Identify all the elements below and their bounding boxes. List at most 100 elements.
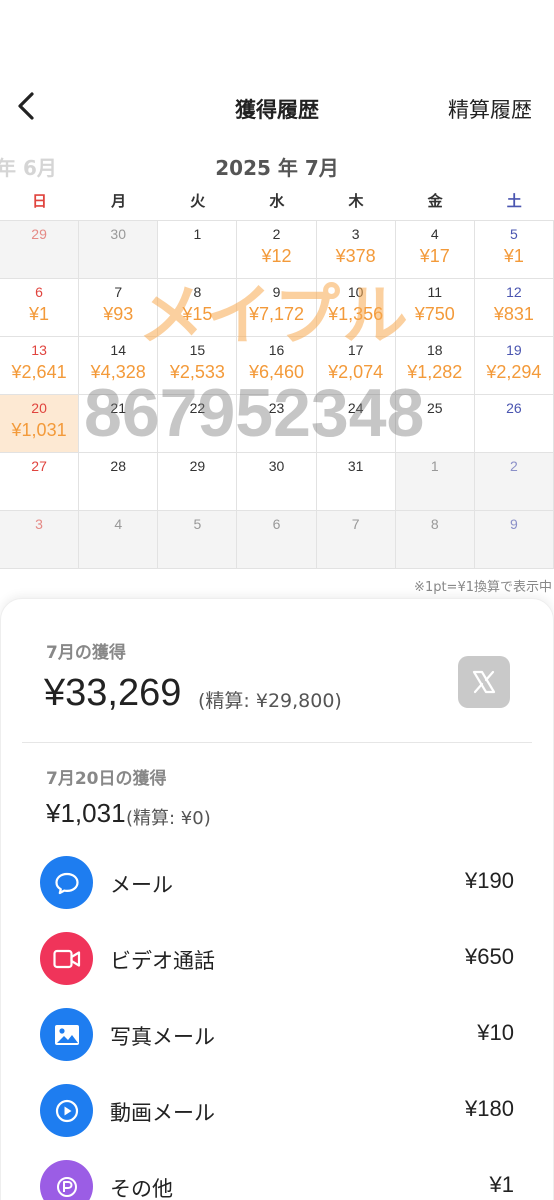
calendar-day-amount: ¥2,074 xyxy=(328,362,384,382)
calendar-day-number: 29 xyxy=(31,226,47,242)
calendar-day-number: 2 xyxy=(272,226,281,242)
calendar-day-cell[interactable]: 19 ¥2,294 xyxy=(474,337,554,395)
calendar-day-number: 28 xyxy=(110,458,126,474)
breakdown-label: 写真メール xyxy=(110,1025,215,1049)
calendar-day-cell[interactable]: 6 xyxy=(237,511,317,569)
breakdown-row-video-call[interactable]: ビデオ通話 ¥650 xyxy=(0,928,554,988)
calendar-day-cell[interactable]: 30 xyxy=(79,221,159,279)
calendar-day-cell[interactable]: 4 xyxy=(79,511,159,569)
calendar-day-cell[interactable]: 14 ¥4,328 xyxy=(79,337,159,395)
calendar-day-number: 3 xyxy=(35,516,43,532)
calendar-day-cell[interactable]: 7 ¥93 xyxy=(79,279,159,337)
calendar-day-cell[interactable]: 1 xyxy=(395,453,475,511)
calendar-day-number: 14 xyxy=(110,342,126,358)
calendar-day-cell[interactable]: 30 xyxy=(237,453,317,511)
calendar-day-amount: ¥2,533 xyxy=(169,362,225,382)
image-icon xyxy=(40,1008,93,1061)
calendar-day-cell[interactable]: 10 ¥1,356 xyxy=(316,279,396,337)
calendar-day-cell[interactable]: 27 xyxy=(0,453,80,511)
calendar-day-cell[interactable]: 25 xyxy=(395,395,475,453)
weekday-tue: 火 xyxy=(190,192,206,210)
calendar-day-number: 23 xyxy=(268,400,285,416)
app-header: 獲得履歴 精算履歴 xyxy=(0,0,554,140)
month-bar: 年 6月 2025 年 7月 xyxy=(0,150,554,182)
calendar-day-cell[interactable]: 20 ¥1,031 xyxy=(0,395,80,453)
calendar-day-number: 30 xyxy=(268,458,285,474)
calendar-day-amount: ¥4,328 xyxy=(90,362,146,382)
calendar-day-number: 7 xyxy=(351,516,360,532)
calendar-day-amount: ¥15 xyxy=(182,304,213,324)
calendar-day-cell[interactable]: 16 ¥6,460 xyxy=(237,337,317,395)
calendar-day-cell[interactable]: 18 ¥1,282 xyxy=(395,337,475,395)
calendar-day-amount: ¥1 xyxy=(503,246,524,266)
calendar-day-cell[interactable]: 8 xyxy=(395,511,475,569)
calendar-day-number: 25 xyxy=(426,400,443,416)
calendar-day-number: 1 xyxy=(193,226,202,242)
calendar-day-cell[interactable]: 7 xyxy=(316,511,396,569)
calendar-grid: 29 30 1 2 ¥12 3 ¥378 4 ¥17 5 ¥1 6 ¥1 7 ¥93 8 ¥15 9 ¥7,172 1… xyxy=(0,220,554,569)
current-month-label: 2025 年 7月 xyxy=(215,156,339,180)
breakdown-label: 動画メール xyxy=(110,1101,215,1125)
calendar-day-number: 6 xyxy=(35,284,43,300)
calendar-day-cell[interactable]: 24 xyxy=(316,395,396,453)
calendar-day-number: 6 xyxy=(272,516,281,532)
breakdown-row-mail[interactable]: メール ¥190 xyxy=(0,852,554,912)
calendar-day-cell[interactable]: 23 xyxy=(237,395,317,453)
calendar-day-cell[interactable]: 9 xyxy=(474,511,554,569)
calendar-day-number: 3 xyxy=(351,226,360,242)
calendar-day-number: 17 xyxy=(347,342,364,358)
breakdown-row-other[interactable]: その他 ¥1 xyxy=(0,1156,554,1200)
conversion-note: ※1pt=¥1換算で表示中 xyxy=(414,580,552,595)
calendar-day-cell[interactable]: 15 ¥2,533 xyxy=(158,337,238,395)
calendar-day-number: 18 xyxy=(426,342,443,358)
day-earnings-label: 7月20日の獲得 xyxy=(46,769,167,789)
divider xyxy=(22,742,532,743)
calendar-day-number: 5 xyxy=(510,226,518,242)
calendar-day-cell[interactable]: 2 xyxy=(474,453,554,511)
calendar-day-cell[interactable]: 21 xyxy=(79,395,159,453)
calendar-day-cell[interactable]: 1 xyxy=(158,221,238,279)
weekday-thu: 木 xyxy=(348,192,364,210)
share-x-button[interactable] xyxy=(458,656,510,708)
calendar-day-cell[interactable]: 5 ¥1 xyxy=(474,221,554,279)
calendar-day-cell[interactable]: 12 ¥831 xyxy=(474,279,554,337)
calendar-day-cell[interactable]: 26 xyxy=(474,395,554,453)
calendar-day-number: 24 xyxy=(347,400,364,416)
calendar-day-cell[interactable]: 3 ¥378 xyxy=(316,221,396,279)
breakdown-label: メール xyxy=(110,873,173,897)
breakdown-row-video-mail[interactable]: 動画メール ¥180 xyxy=(0,1080,554,1140)
calendar-day-cell[interactable]: 4 ¥17 xyxy=(395,221,475,279)
calendar-day-cell[interactable]: 6 ¥1 xyxy=(0,279,80,337)
calendar-day-amount: ¥1 xyxy=(29,304,50,324)
weekday-wed: 水 xyxy=(269,192,285,210)
calendar-day-cell[interactable]: 11 ¥750 xyxy=(395,279,475,337)
x-logo-icon xyxy=(472,670,496,694)
calendar-day-number: 5 xyxy=(193,516,202,532)
calendar-day-number: 31 xyxy=(347,458,364,474)
calendar-day-amount: ¥6,460 xyxy=(248,362,305,382)
calendar-day-cell[interactable]: 28 xyxy=(79,453,159,511)
calendar-day-cell[interactable]: 29 xyxy=(158,453,238,511)
calendar-day-cell[interactable]: 22 xyxy=(158,395,238,453)
calendar-day-cell[interactable]: 13 ¥2,641 xyxy=(0,337,80,395)
breakdown-row-photo-mail[interactable]: 写真メール ¥10 xyxy=(0,1004,554,1064)
calendar-day-cell[interactable]: 5 xyxy=(158,511,238,569)
month-earnings-total: ¥33,269 xyxy=(44,672,182,714)
settlement-history-link[interactable]: 精算履歴 xyxy=(448,94,532,124)
calendar-day-cell[interactable]: 3 xyxy=(0,511,80,569)
calendar-day-cell[interactable]: 9 ¥7,172 xyxy=(237,279,317,337)
chat-bubble-icon xyxy=(40,856,93,909)
calendar-day-cell[interactable]: 17 ¥2,074 xyxy=(316,337,396,395)
calendar-day-number: 4 xyxy=(430,226,439,242)
calendar-day-cell[interactable]: 29 xyxy=(0,221,80,279)
calendar-day-cell[interactable]: 8 ¥15 xyxy=(158,279,238,337)
calendar-day-number: 1 xyxy=(430,458,439,474)
calendar-day-cell[interactable]: 2 ¥12 xyxy=(237,221,317,279)
calendar-day-amount: ¥378 xyxy=(335,246,376,266)
weekday-header: 日 月 火 水 木 金 土 xyxy=(0,190,554,220)
calendar-day-number: 15 xyxy=(189,342,206,358)
calendar-day-cell[interactable]: 31 xyxy=(316,453,396,511)
calendar-day-number: 30 xyxy=(110,226,126,242)
calendar-day-number: 9 xyxy=(510,516,518,532)
calendar-day-number: 16 xyxy=(268,342,285,358)
